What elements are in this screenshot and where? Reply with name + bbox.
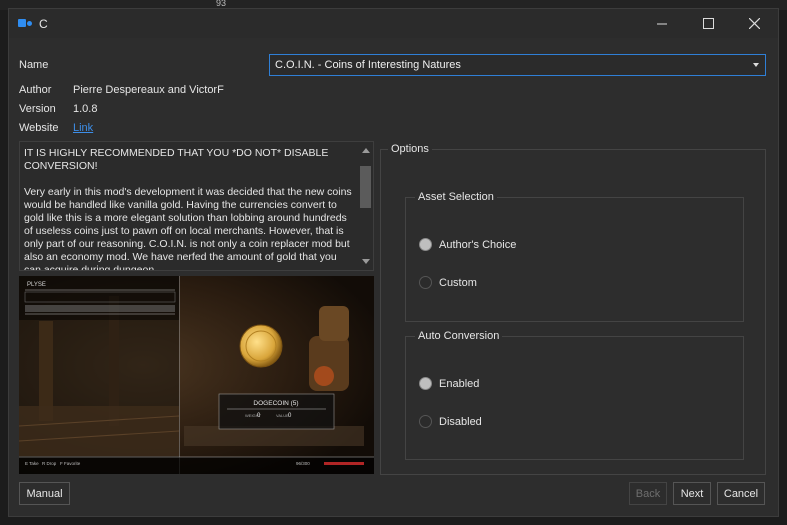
hud-action-drop: R Drop bbox=[42, 461, 57, 466]
version-value: 1.0.8 bbox=[73, 103, 98, 115]
maximize-button[interactable] bbox=[685, 9, 731, 38]
preview-image: PLYSE DOGECOIN (5) WEIGHT 0 VALUE 0 E Ta… bbox=[19, 276, 374, 474]
scroll-thumb[interactable] bbox=[360, 166, 371, 208]
radio-checked-icon[interactable] bbox=[419, 377, 432, 390]
website-link[interactable]: Link bbox=[73, 122, 93, 134]
preview-scene: PLYSE DOGECOIN (5) WEIGHT 0 VALUE 0 E Ta… bbox=[19, 276, 374, 474]
maximize-icon bbox=[702, 18, 714, 29]
description-text: IT IS HIGHLY RECOMMENDED THAT YOU *DO NO… bbox=[24, 147, 352, 271]
title-bar: C bbox=[9, 9, 778, 38]
auto-conversion-group: Auto Conversion Enabled Disabled bbox=[405, 330, 744, 460]
options-group: Options Asset Selection Author's Choice … bbox=[380, 143, 766, 475]
window-title: C bbox=[39, 17, 48, 31]
item-label: DOGECOIN (5) bbox=[253, 400, 298, 407]
cancel-button[interactable]: Cancel bbox=[717, 482, 765, 505]
hud-gold: 96/300 bbox=[296, 461, 310, 466]
description-scrollbar[interactable] bbox=[358, 142, 373, 270]
author-label: Author bbox=[19, 84, 52, 96]
radio-checked-icon[interactable] bbox=[419, 238, 432, 251]
author-value: Pierre Despereaux and VictorF bbox=[73, 84, 224, 96]
radio-unchecked-icon[interactable] bbox=[419, 415, 432, 428]
radio-authors-choice[interactable]: Author's Choice bbox=[419, 238, 516, 251]
description-box[interactable]: IT IS HIGHLY RECOMMENDED THAT YOU *DO NO… bbox=[19, 141, 374, 271]
radio-authors-choice-label: Author's Choice bbox=[439, 238, 517, 251]
background-number: 93 bbox=[216, 0, 227, 8]
next-button[interactable]: Next bbox=[673, 482, 711, 505]
manual-button[interactable]: Manual bbox=[19, 482, 70, 505]
scroll-down-icon[interactable] bbox=[362, 259, 370, 264]
chevron-down-icon[interactable] bbox=[753, 63, 759, 67]
version-label: Version bbox=[19, 103, 56, 115]
name-value: C.O.I.N. - Coins of Interesting Natures bbox=[275, 59, 461, 71]
app-icon bbox=[18, 19, 32, 27]
radio-unchecked-icon[interactable] bbox=[419, 276, 432, 289]
asset-selection-group: Asset Selection Author's Choice Custom bbox=[405, 191, 744, 322]
minimize-icon bbox=[657, 23, 667, 24]
name-combobox[interactable]: C.O.I.N. - Coins of Interesting Natures bbox=[269, 54, 766, 76]
hud-title: PLYSE bbox=[27, 282, 46, 288]
radio-custom[interactable]: Custom bbox=[419, 276, 477, 289]
auto-conversion-title: Auto Conversion bbox=[415, 330, 503, 342]
radio-custom-label: Custom bbox=[439, 276, 477, 289]
close-icon bbox=[748, 18, 760, 29]
radio-disabled[interactable]: Disabled bbox=[419, 415, 482, 428]
back-button[interactable]: Back bbox=[629, 482, 667, 505]
close-button[interactable] bbox=[731, 9, 777, 38]
asset-selection-title: Asset Selection bbox=[415, 191, 497, 203]
radio-enabled[interactable]: Enabled bbox=[419, 377, 479, 390]
radio-disabled-label: Disabled bbox=[439, 415, 482, 428]
options-title: Options bbox=[388, 143, 432, 155]
minimize-button[interactable] bbox=[639, 9, 685, 38]
website-label: Website bbox=[19, 122, 59, 134]
hud-action-favorite: F Favorite bbox=[60, 461, 81, 466]
hud-action-take: E Take bbox=[25, 461, 39, 466]
scroll-up-icon[interactable] bbox=[362, 148, 370, 153]
radio-enabled-label: Enabled bbox=[439, 377, 480, 390]
name-label: Name bbox=[19, 59, 49, 71]
installer-window: C Name C.O.I.N. - Coins of Interesting N… bbox=[8, 8, 779, 517]
